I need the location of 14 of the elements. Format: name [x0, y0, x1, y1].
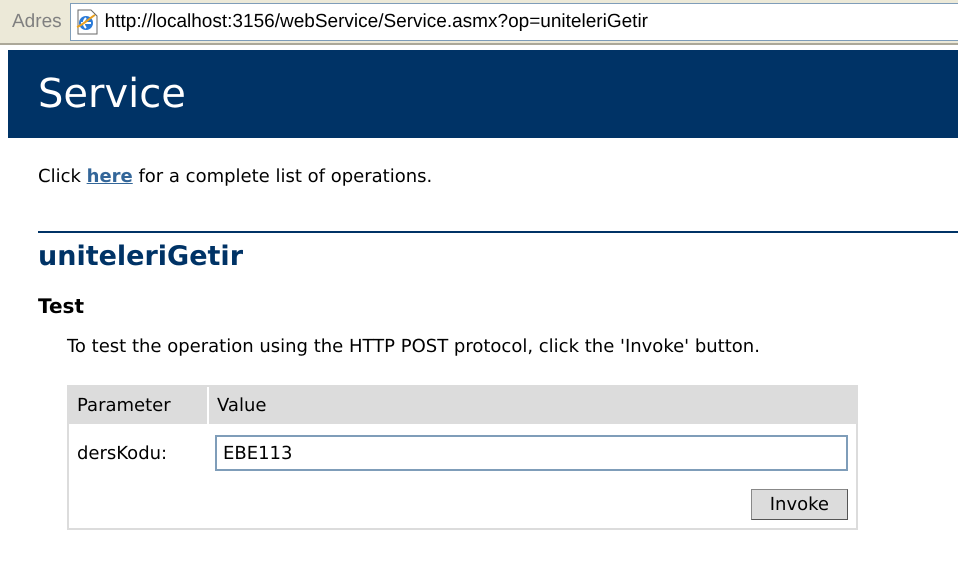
operations-link[interactable]: here [86, 166, 133, 187]
address-field[interactable]: http://localhost:3156/webService/Service.asmx?op=uniteleriGetir [70, 2, 958, 40]
intro-text: Click here for a complete list of operations. [38, 166, 434, 187]
test-description: To test the operation using the HTTP POST protocol, click the 'Invoke' button. [67, 336, 761, 357]
parameter-name: dersKodu: [77, 442, 168, 464]
address-label: Adres [12, 10, 62, 32]
column-header: Parameter [69, 387, 209, 424]
value-field[interactable]: EBE113 [215, 435, 848, 471]
invoke-button[interactable]: Invoke [750, 489, 848, 520]
column-header: Value [216, 395, 268, 416]
operation-title: uniteleriGetir [38, 241, 244, 272]
test-heading: Test [38, 294, 86, 318]
page-icon [74, 8, 99, 34]
service-title: Service [38, 71, 186, 117]
